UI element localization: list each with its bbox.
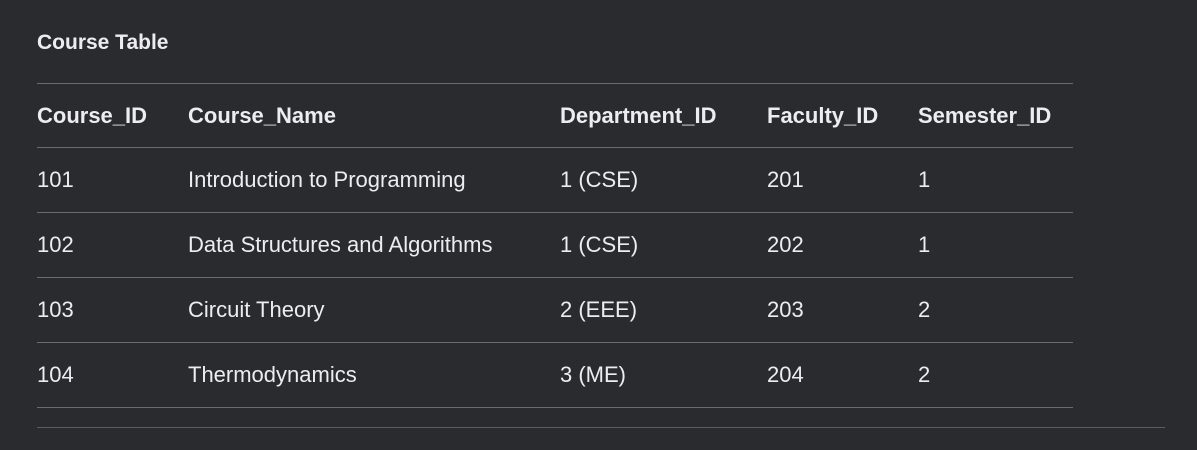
cell-department-id: 1 (CSE) <box>560 212 767 278</box>
cell-department-id: 3 (ME) <box>560 342 767 408</box>
cell-course-name: Introduction to Programming <box>188 147 560 213</box>
cell-department-id: 1 (CSE) <box>560 147 767 213</box>
cell-course-id: 102 <box>37 212 188 278</box>
cell-semester-id: 1 <box>918 212 1073 278</box>
cell-semester-id: 1 <box>918 147 1073 213</box>
column-header-faculty-id: Faculty_ID <box>767 83 918 148</box>
cell-faculty-id: 203 <box>767 277 918 343</box>
cell-course-name: Circuit Theory <box>188 277 560 343</box>
cell-course-name: Thermodynamics <box>188 342 560 408</box>
course-table: Course_ID Course_Name Department_ID Facu… <box>37 83 1073 408</box>
table-row: 102 Data Structures and Algorithms 1 (CS… <box>37 212 1073 278</box>
cell-faculty-id: 202 <box>767 212 918 278</box>
table-row: 103 Circuit Theory 2 (EEE) 203 2 <box>37 277 1073 343</box>
table-row: 104 Thermodynamics 3 (ME) 204 2 <box>37 342 1073 408</box>
column-header-course-name: Course_Name <box>188 83 560 148</box>
cell-semester-id: 2 <box>918 277 1073 343</box>
cell-department-id: 2 (EEE) <box>560 277 767 343</box>
cell-course-id: 103 <box>37 277 188 343</box>
cell-course-id: 104 <box>37 342 188 408</box>
cell-course-name: Data Structures and Algorithms <box>188 212 560 278</box>
column-header-course-id: Course_ID <box>37 83 188 148</box>
table-header-row: Course_ID Course_Name Department_ID Facu… <box>37 83 1073 148</box>
column-header-semester-id: Semester_ID <box>918 83 1073 148</box>
content-area: Course Table Course_ID Course_Name Depar… <box>37 0 1165 450</box>
cell-faculty-id: 201 <box>767 147 918 213</box>
cell-semester-id: 2 <box>918 342 1073 408</box>
table-title: Course Table <box>37 31 169 54</box>
column-header-department-id: Department_ID <box>560 83 767 148</box>
cell-faculty-id: 204 <box>767 342 918 408</box>
section-divider <box>37 427 1165 428</box>
cell-course-id: 101 <box>37 147 188 213</box>
table-row: 101 Introduction to Programming 1 (CSE) … <box>37 147 1073 213</box>
